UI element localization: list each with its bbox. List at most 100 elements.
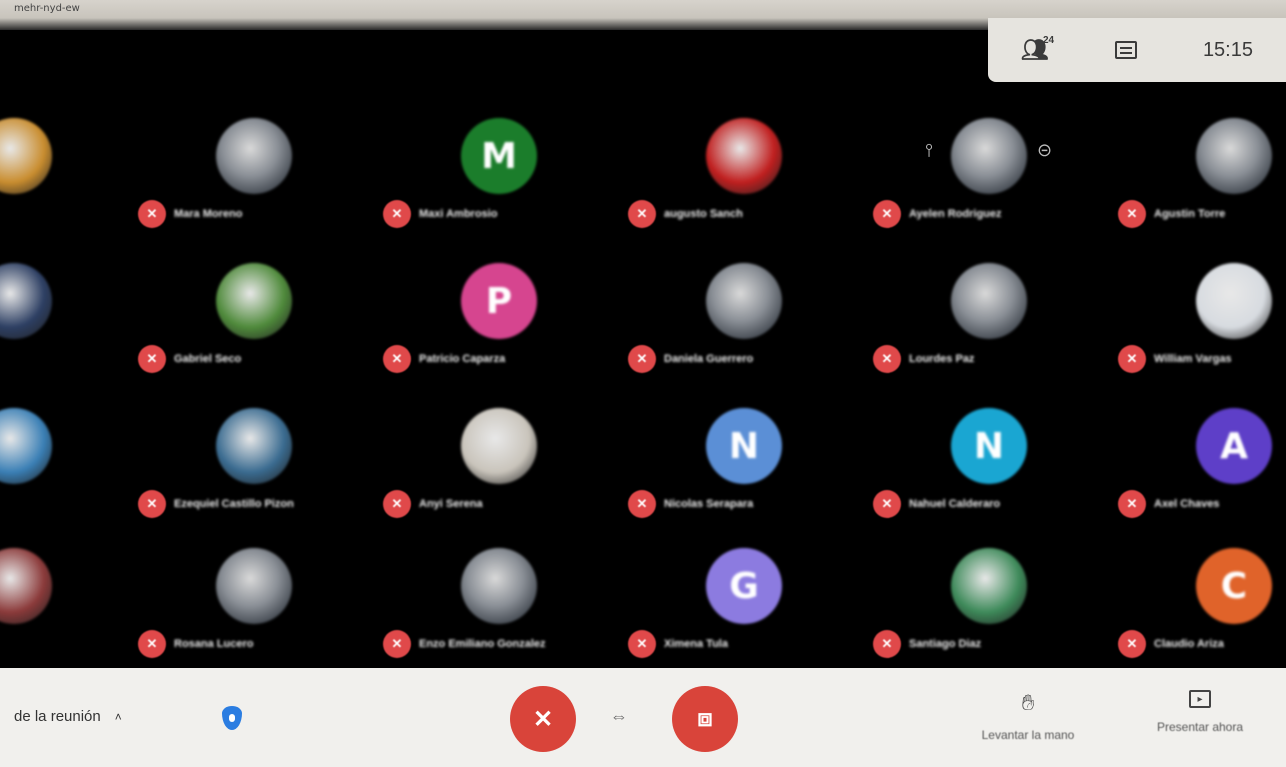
participant-nameline: ✕ Agustin Torre: [1118, 200, 1225, 228]
participant-name: Daniela Guerrero: [664, 353, 754, 365]
mic-muted-icon: ✕: [1118, 490, 1146, 518]
mic-muted-icon: ✕: [383, 345, 411, 373]
participant-nameline: ✕ Gabriel Seco: [138, 345, 241, 373]
raise-hand-icon: ✋︎: [1021, 690, 1035, 715]
camera-off-icon: ⧈: [697, 705, 713, 732]
participant-tile[interactable]: ✕ Ezequiel Castillo Pizon: [20, 390, 294, 525]
participant-name: Axel Chaves: [1154, 498, 1220, 510]
participant-nameline: ✕ William Vargas: [1118, 345, 1232, 373]
mic-muted-icon: ✕: [873, 345, 901, 373]
participants-count: 24: [1043, 35, 1055, 46]
participant-tile[interactable]: G ✕ Ximena Tula: [510, 530, 782, 665]
participant-tile[interactable]: ✕ Enzo Emiliano Gonzalez: [265, 530, 546, 665]
end-call-icon[interactable]: ⇔: [610, 706, 628, 727]
participant-name: Santiago Diaz: [909, 638, 982, 650]
mic-muted-icon: ✕: [383, 200, 411, 228]
participant-tile[interactable]: ✕ augusto Sanch: [510, 100, 782, 235]
participant-name: Agustin Torre: [1154, 208, 1226, 220]
participant-nameline: ✕ Axel Chaves: [1118, 490, 1219, 518]
bottom-bar: de la reunión ˄ ✕ ⇔ ⧈ ✋︎ Levantar la man…: [0, 668, 1286, 767]
mic-muted-icon: ✕: [383, 630, 411, 658]
mic-muted-icon: ✕: [628, 630, 656, 658]
participant-nameline: ✕ Rosana Lucero: [138, 630, 253, 658]
present-icon: ▸: [1189, 690, 1211, 708]
participant-tile[interactable]: ✕ Anyi Serena: [265, 390, 537, 525]
participant-tile[interactable]: ✕ Agustin Torre: [1000, 100, 1272, 235]
participant-tile[interactable]: ✕ Lourdes Paz: [755, 245, 1027, 380]
meeting-details-label: de la reunión: [14, 708, 101, 725]
participant-nameline: ✕ Santiago Diaz: [873, 630, 981, 658]
participant-nameline: ✕ Anyi Serena: [383, 490, 483, 518]
participant-name: Nicolas Serapara: [664, 498, 754, 510]
participant-tile[interactable]: ✕ Daniela Guerrero: [510, 245, 782, 380]
mic-off-icon: ✕: [532, 705, 554, 733]
meeting-details-button[interactable]: de la reunión ˄: [14, 708, 122, 725]
participant-name: augusto Sanch: [664, 208, 743, 220]
participant-name: Nahuel Calderaro: [909, 498, 1001, 510]
participant-tile[interactable]: ✕ Mara Moreno: [20, 100, 292, 235]
participant-tile[interactable]: ✕ William Vargas: [1000, 245, 1272, 380]
participant-grid: ✕✕Mara MorenoM✕Maxi Ambrosio✕augusto San…: [0, 100, 1286, 670]
mic-muted-icon: ✕: [873, 630, 901, 658]
participant-nameline: ✕ Mara Moreno: [138, 200, 242, 228]
mic-muted-icon: ✕: [138, 345, 166, 373]
raise-hand-label: Levantar la mano: [981, 728, 1075, 742]
people-icon[interactable]: 👥︎ 24: [1021, 35, 1054, 63]
participant-name: Claudio Ariza: [1154, 638, 1224, 650]
mic-muted-icon: ✕: [1118, 630, 1146, 658]
participant-tile[interactable]: ✕ Santiago Diaz: [755, 530, 1027, 665]
raise-hand-button[interactable]: ✋︎ Levantar la mano: [958, 690, 1098, 742]
participant-nameline: ✕ Ayelen Rodriguez: [873, 200, 1002, 228]
participant-avatar: [1196, 263, 1272, 339]
participant-nameline: ✕ Maxi Ambrosio: [383, 200, 497, 228]
chat-icon[interactable]: [1114, 41, 1137, 59]
mic-muted-icon: ✕: [873, 200, 901, 228]
chevron-up-icon: ˄: [114, 709, 122, 724]
participant-tile[interactable]: A ✕ Axel Chaves: [1000, 390, 1272, 525]
mic-muted-icon: ✕: [138, 490, 166, 518]
participant-avatar: [1196, 118, 1272, 194]
mic-muted-icon: ✕: [138, 200, 166, 228]
mic-off-button[interactable]: ✕: [510, 686, 576, 752]
participant-nameline: ✕ Claudio Ariza: [1118, 630, 1224, 658]
mic-muted-icon: ✕: [138, 630, 166, 658]
participant-nameline: ✕ Ximena Tula: [628, 630, 728, 658]
clock: 15:15: [1202, 38, 1253, 61]
participant-nameline: ✕ augusto Sanch: [628, 200, 743, 228]
present-label: Presentar ahora: [1156, 720, 1244, 734]
present-button[interactable]: ▸ Presentar ahora: [1130, 690, 1270, 734]
participant-name: Ayelen Rodriguez: [909, 208, 1002, 220]
participant-tile[interactable]: ✕ Ayelen Rodriguez ⫯ ⊝: [755, 100, 1052, 235]
participant-nameline: ✕ Daniela Guerrero: [628, 345, 753, 373]
participant-name: Lourdes Paz: [909, 353, 975, 365]
pin-icon[interactable]: ⫯: [925, 140, 933, 161]
participant-tile[interactable]: N ✕ Nahuel Calderaro: [755, 390, 1027, 525]
mic-muted-icon: ✕: [383, 490, 411, 518]
participant-nameline: ✕ Patricio Caparza: [383, 345, 505, 373]
participant-nameline: ✕ Lourdes Paz: [873, 345, 974, 373]
participant-tile[interactable]: C ✕ Claudio Ariza: [1000, 530, 1272, 665]
participant-nameline: ✕ Nicolas Serapara: [628, 490, 753, 518]
shield-icon[interactable]: [222, 706, 242, 730]
mic-muted-icon: ✕: [1118, 200, 1146, 228]
participant-tile[interactable]: ✕ Gabriel Seco: [20, 245, 292, 380]
mic-muted-icon: ✕: [628, 345, 656, 373]
participant-avatar: A: [1196, 408, 1272, 484]
participant-name: Mara Moreno: [174, 208, 243, 220]
participant-tile[interactable]: P ✕ Patricio Caparza: [265, 245, 537, 380]
camera-off-button[interactable]: ⧈: [672, 686, 738, 752]
mic-muted-icon: ✕: [628, 200, 656, 228]
participant-name: Gabriel Seco: [174, 353, 242, 365]
mic-muted-icon: ✕: [1118, 345, 1146, 373]
info-panel: 👥︎ 24 15:15: [988, 18, 1286, 82]
mic-muted-icon: ✕: [628, 490, 656, 518]
participant-name: Ximena Tula: [664, 638, 728, 650]
participant-tile[interactable]: N ✕ Nicolas Serapara: [510, 390, 782, 525]
participant-tile[interactable]: M ✕ Maxi Ambrosio: [265, 100, 537, 235]
participant-tile[interactable]: ✕ Rosana Lucero: [20, 530, 292, 665]
mic-muted-icon: ✕: [873, 490, 901, 518]
meeting-screen: mehr-nyd-ew 👥︎24 15:15 ✕✕Mara MorenoM✕Ma…: [0, 0, 1286, 767]
url-text: mehr-nyd-ew: [14, 3, 80, 14]
participant-name: Maxi Ambrosio: [419, 208, 498, 220]
participant-name: William Vargas: [1154, 353, 1232, 365]
